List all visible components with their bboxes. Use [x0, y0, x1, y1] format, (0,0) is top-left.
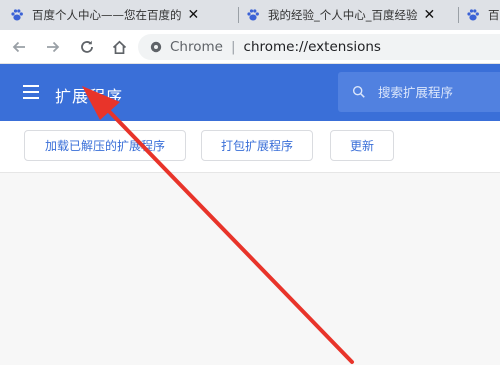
address-bar[interactable]: Chrome | chrome://extensions	[138, 34, 500, 60]
forward-icon[interactable]	[42, 36, 64, 58]
browser-toolbar: Chrome | chrome://extensions	[0, 30, 500, 64]
tab-strip: 百度个人中心——您在百度的 ✕ 我的经验_个人中心_百度经验 ✕ 百	[0, 0, 500, 30]
tab-title: 百	[488, 8, 500, 22]
extensions-header: 扩展程序	[0, 64, 500, 121]
baidu-paw-icon	[11, 9, 23, 21]
extensions-list-area	[0, 173, 500, 365]
tab-title: 我的经验_个人中心_百度经验	[268, 8, 418, 22]
close-icon[interactable]: ✕	[424, 7, 436, 23]
action-bar: 加载已解压的扩展程序 打包扩展程序 更新	[0, 121, 500, 173]
close-icon[interactable]: ✕	[188, 7, 200, 23]
tab-divider	[458, 7, 459, 23]
tab-divider	[238, 7, 239, 23]
tab-baidu-experience[interactable]: 我的经验_个人中心_百度经验 ✕	[246, 0, 452, 30]
security-label: Chrome	[170, 39, 223, 55]
tab-baidu-center[interactable]: 百度个人中心——您在百度的 ✕	[10, 0, 232, 30]
url-text[interactable]: chrome://extensions	[244, 39, 381, 55]
tab-partial[interactable]: 百	[466, 0, 500, 30]
reload-icon[interactable]	[76, 36, 98, 58]
search-box[interactable]	[338, 72, 500, 112]
baidu-paw-icon	[247, 9, 259, 21]
site-info-icon[interactable]	[150, 41, 162, 53]
update-button[interactable]: 更新	[330, 130, 394, 161]
menu-icon[interactable]	[23, 84, 41, 100]
search-input[interactable]	[378, 84, 500, 100]
tab-title: 百度个人中心——您在百度的	[32, 8, 182, 22]
pack-extension-button[interactable]: 打包扩展程序	[201, 130, 313, 161]
load-unpacked-button[interactable]: 加载已解压的扩展程序	[24, 130, 186, 161]
back-icon[interactable]	[8, 36, 30, 58]
home-icon[interactable]	[108, 36, 130, 58]
baidu-paw-icon	[467, 9, 479, 21]
search-icon	[352, 85, 365, 98]
omnibox-divider: |	[230, 39, 236, 55]
page-title: 扩展程序	[55, 87, 124, 106]
